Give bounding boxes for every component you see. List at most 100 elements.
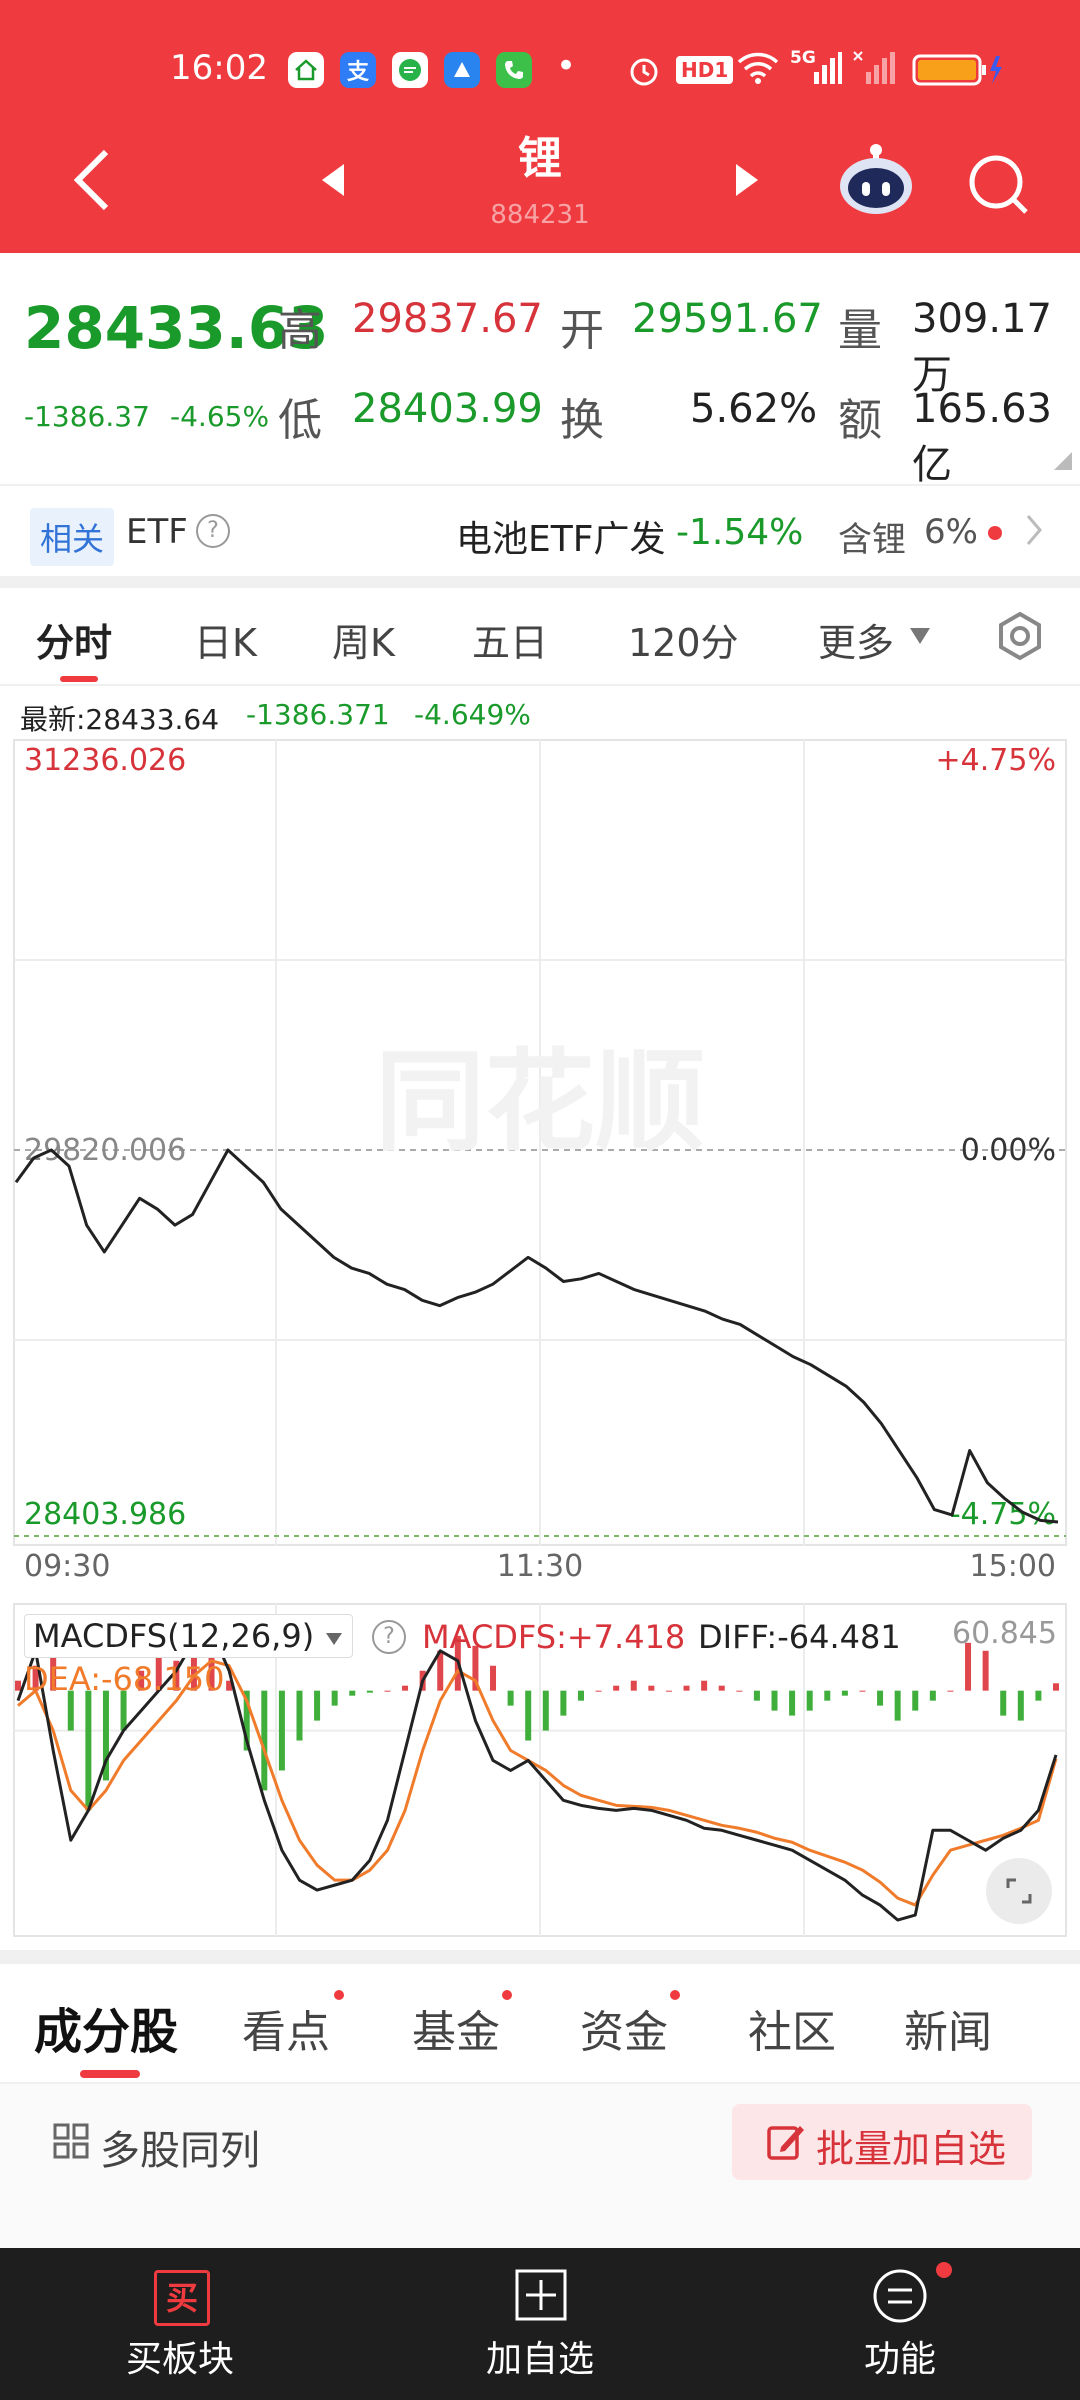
phone-app-icon [496, 52, 532, 88]
fullscreen-icon [1006, 1878, 1032, 1904]
add-watchlist-button[interactable]: 加自选 [440, 2330, 640, 2382]
tab-intraday[interactable]: 分时 [36, 612, 112, 667]
tab-five-day[interactable]: 五日 [472, 612, 548, 667]
tab-120-min[interactable]: 120分 [628, 612, 739, 667]
watermark-text: 同花顺 [375, 1038, 705, 1166]
open-label: 开 [560, 305, 604, 356]
macd-histogram-bar [85, 1690, 92, 1811]
function-notification-dot [936, 2262, 952, 2278]
latest-change-percent: -4.649% [414, 698, 531, 731]
notification-dot [988, 526, 1002, 540]
holding-percent: 6% [924, 512, 978, 552]
macd-histogram-bar [789, 1690, 796, 1716]
macd-histogram-bar [577, 1690, 584, 1701]
help-icon[interactable]: ? [196, 514, 230, 548]
settings-icon[interactable] [994, 610, 1046, 666]
tab-more[interactable]: 更多 [818, 612, 894, 667]
macd-histogram-bar [278, 1690, 285, 1771]
price-change-percent: -4.65% [170, 400, 270, 433]
page-subtitle-code: 884231 [490, 200, 590, 230]
macd-histogram-bar [648, 1685, 655, 1691]
etf-label: ETF [126, 512, 188, 552]
function-menu-icon [872, 2268, 928, 2328]
section-gap [0, 576, 1080, 588]
tab-community[interactable]: 社区 [748, 1996, 836, 2060]
add-watchlist-icon [514, 2268, 568, 2326]
macd-histogram-bar [912, 1690, 919, 1711]
network-type: 5G [790, 48, 816, 68]
volume-value: 309.17万 [912, 296, 1052, 398]
batch-add-label: 批量加自选 [816, 2127, 1007, 2171]
x-tick-label: 15:00 [970, 1549, 1056, 1584]
macd-histogram-bar [929, 1690, 936, 1701]
x-tick-label: 09:30 [24, 1549, 110, 1584]
divider [0, 684, 1080, 686]
volume-label: 量 [838, 305, 882, 356]
diff-value: DIFF:-64.481 [698, 1618, 901, 1656]
macd-top-value: 60.845 [952, 1616, 1057, 1651]
latest-change: -1386.371 [246, 698, 390, 731]
previous-item-button[interactable] [318, 162, 348, 202]
tab-constituents[interactable]: 成分股 [34, 1992, 178, 2062]
tab-funds[interactable]: 基金 [412, 1996, 500, 2060]
alipay-icon: 支 [340, 52, 376, 88]
macd-histogram-bar [331, 1690, 338, 1706]
function-button[interactable]: 功能 [800, 2330, 1000, 2382]
related-tag: 相关 [30, 508, 115, 566]
y-tick-label: 31236.026 [24, 743, 186, 778]
dea-value: DEA:-68.150 [24, 1660, 225, 1698]
robot-assistant-icon[interactable] [836, 142, 916, 222]
tab-capital-flow[interactable]: 资金 [580, 1996, 668, 2060]
alarm-icon [626, 52, 662, 92]
tab-weekly-k[interactable]: 周K [332, 612, 395, 667]
y-tick-label: 28403.986 [24, 1497, 186, 1532]
intraday-price-chart[interactable]: 同花顺31236.02629820.00628403.986+4.75%0.00… [0, 730, 1080, 1590]
macd-histogram-bar [736, 1690, 743, 1692]
holding-label: 含锂 [838, 520, 906, 560]
open-value: 29591.67 [632, 296, 823, 342]
fullscreen-button[interactable] [986, 1858, 1052, 1924]
multi-stock-view-button[interactable]: 多股同列 [100, 2118, 260, 2176]
macdfs-value: MACDFS:+7.418 [422, 1618, 686, 1656]
dropdown-arrow-icon [326, 1633, 343, 1645]
chevron-right-icon[interactable] [1024, 512, 1044, 552]
macd-histogram-bar [665, 1690, 672, 1692]
expand-corner-icon[interactable] [1054, 452, 1072, 474]
search-icon[interactable] [966, 152, 1030, 220]
macd-title: MACDFS(12,26,9) [33, 1617, 315, 1655]
more-notifications-dot: • [556, 46, 577, 86]
macd-histogram-bar [718, 1685, 725, 1691]
active-section-indicator [80, 2070, 140, 2078]
etf-fund-name[interactable]: 电池ETF广发 [456, 510, 665, 562]
grid-icon [52, 2122, 90, 2164]
back-button[interactable] [70, 148, 114, 216]
macd-histogram-bar [982, 1650, 989, 1691]
macd-help-icon[interactable]: ? [372, 1620, 406, 1654]
macd-histogram-bar [560, 1690, 567, 1716]
macd-histogram-bar [1035, 1690, 1042, 1701]
more-dropdown-icon[interactable] [908, 626, 932, 650]
high-value: 29837.67 [352, 296, 543, 342]
macd-histogram-bar [525, 1690, 532, 1741]
edit-icon [766, 2122, 806, 2166]
tab-news[interactable]: 新闻 [904, 1996, 992, 2060]
macd-indicator-selector[interactable]: MACDFS(12,26,9) [24, 1614, 354, 1658]
capital-flow-dot [670, 1990, 680, 2000]
etf-fund-change: -1.54% [676, 512, 804, 553]
macd-histogram-bar [701, 1680, 708, 1691]
tab-daily-k[interactable]: 日K [194, 612, 257, 667]
macd-histogram-bar [15, 1680, 21, 1691]
next-item-button[interactable] [732, 162, 762, 202]
wifi-icon [736, 50, 780, 90]
macd-histogram-bar [824, 1690, 831, 1701]
tab-highlights[interactable]: 看点 [242, 1996, 330, 2060]
macd-histogram-bar [1053, 1683, 1059, 1691]
low-value: 28403.99 [352, 386, 543, 432]
highlights-dot [334, 1990, 344, 2000]
macd-histogram-bar [314, 1690, 321, 1721]
macd-histogram-bar [349, 1690, 356, 1696]
page-title: 锂 [518, 133, 562, 184]
buy-sector-button[interactable]: 买板块 [80, 2330, 280, 2382]
y-tick-right-label: +4.75% [936, 743, 1056, 778]
macd-histogram-bar [806, 1690, 813, 1711]
